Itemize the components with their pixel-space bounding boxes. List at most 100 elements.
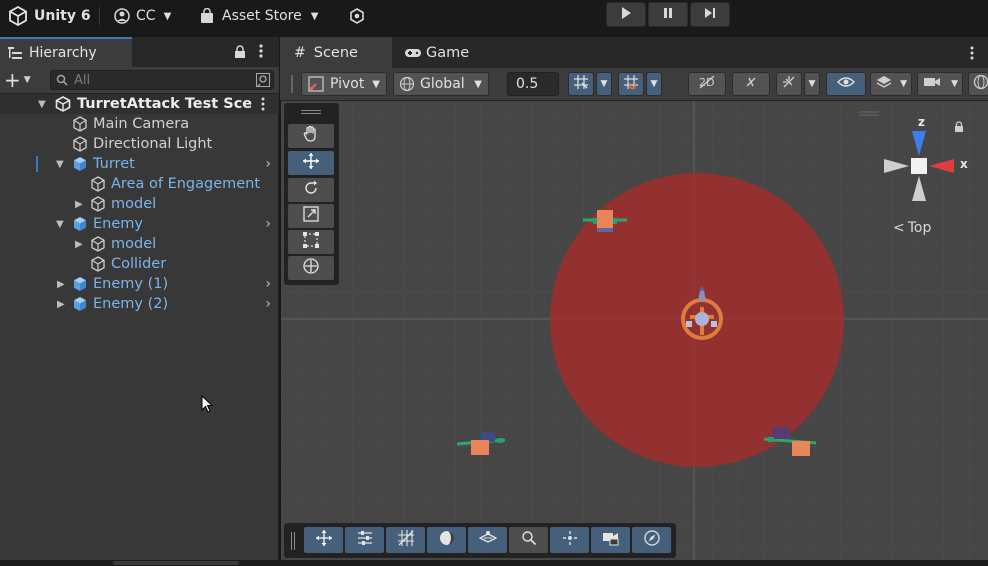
scale-tool-button[interactable] (288, 204, 334, 228)
prefab-cube-icon (72, 216, 88, 232)
pivot-dropdown[interactable]: Pivot ▼ (301, 72, 387, 96)
camera-icon (923, 75, 941, 93)
transform-tools-overlay (284, 103, 339, 285)
list-item[interactable]: Main Camera (0, 114, 279, 134)
gizmos-button[interactable] (968, 72, 988, 96)
layers-dropdown[interactable]: ▼ (870, 72, 912, 96)
scene-toolbar: Pivot ▼ Global ▼ 0.5 ▼ ▼ 2D ▼ ▼ (280, 68, 988, 101)
fold-open-icon[interactable]: ▼ (56, 159, 64, 170)
tab-label: Game (426, 44, 470, 61)
overlay-compass-button[interactable] (632, 527, 671, 553)
fold-closed-icon[interactable]: ▶ (75, 239, 83, 250)
2d-toggle-button[interactable]: 2D (688, 72, 726, 96)
scene-visibility-button[interactable] (826, 72, 866, 96)
chevron-right-icon[interactable]: › (265, 296, 271, 312)
search-icon (520, 529, 538, 551)
chevron-right-icon[interactable]: › (265, 216, 271, 232)
list-item[interactable]: Collider (0, 254, 279, 274)
fold-closed-icon[interactable]: ▶ (57, 299, 65, 310)
tab-hierarchy[interactable]: Hierarchy (0, 37, 132, 67)
kebab-menu-icon[interactable] (968, 45, 976, 61)
hand-tool-button[interactable] (288, 124, 334, 148)
grid-snapping-button[interactable] (568, 72, 594, 96)
move-tool-button[interactable] (288, 151, 334, 175)
transform-tool-button[interactable] (288, 256, 334, 280)
list-item[interactable]: ▶ model (0, 234, 279, 254)
kebab-menu-icon[interactable] (257, 43, 265, 59)
list-item[interactable]: Directional Light (0, 134, 279, 154)
gameobject-cube-icon (90, 256, 106, 272)
pause-button[interactable] (648, 2, 688, 27)
camera-dropdown[interactable]: ▼ (917, 72, 963, 96)
scene-row[interactable]: ▼ TurretAttack Test Scene (0, 94, 279, 114)
list-item[interactable]: ▶ model (0, 194, 279, 214)
kebab-menu-icon[interactable] (259, 96, 267, 112)
overlay-grid-button[interactable] (386, 527, 425, 553)
fold-closed-icon[interactable]: ▶ (75, 199, 83, 210)
shopping-bag-icon (200, 7, 214, 24)
asset-store-button[interactable]: Asset Store ▼ (200, 0, 318, 32)
chevron-right-icon[interactable]: › (265, 156, 271, 172)
effects-toggle-button[interactable] (776, 72, 802, 96)
fold-open-icon[interactable]: ▼ (38, 99, 46, 110)
increment-snapping-button[interactable] (618, 72, 644, 96)
hierarchy-panel: Hierarchy + ▼ All ▼ TurretAttack Test Sc… (0, 37, 279, 566)
unity-menu[interactable]: Unity 6 (8, 0, 91, 32)
selection-marker (36, 156, 38, 172)
search-filter-icon[interactable] (256, 73, 270, 87)
list-item[interactable]: Area of Engagement (0, 174, 279, 194)
overlay-grip[interactable] (291, 532, 295, 550)
overlay-move-button[interactable] (304, 527, 343, 553)
overlay-camera-button[interactable] (591, 527, 630, 553)
list-item[interactable]: ▼ Turret › (0, 154, 279, 174)
move-arrows-icon (315, 529, 333, 551)
step-button[interactable] (690, 2, 730, 27)
pivot-label: Pivot (330, 76, 365, 92)
snap-increment-field[interactable]: 0.5 (507, 72, 559, 96)
rect-tool-button[interactable] (288, 230, 334, 254)
pause-icon (661, 5, 675, 24)
scroll-handle[interactable] (113, 561, 239, 565)
item-label: model (111, 236, 157, 252)
fold-open-icon[interactable]: ▼ (56, 219, 64, 230)
play-button[interactable] (606, 2, 646, 27)
overlay-tool-settings-button[interactable] (345, 527, 384, 553)
shaded-sphere-icon (438, 529, 456, 551)
create-button[interactable]: + ▼ (4, 70, 38, 90)
effects-dropdown[interactable]: ▼ (804, 72, 820, 96)
overlay-pivot-button[interactable] (550, 527, 589, 553)
tab-game[interactable]: Game (404, 37, 469, 68)
overlay-grip[interactable] (301, 110, 321, 114)
chevron-down-icon: ▼ (23, 75, 31, 85)
list-item[interactable]: ▶ Enemy (2) › (0, 294, 279, 314)
hierarchy-search-field[interactable]: All (50, 70, 274, 90)
chevron-down-icon: ▼ (474, 78, 482, 90)
chevron-right-icon[interactable]: › (265, 276, 271, 292)
chevron-down-icon: ▼ (163, 10, 172, 22)
global-dropdown[interactable]: Global ▼ (393, 72, 489, 96)
prefab-cube-icon (72, 296, 88, 312)
tab-scene[interactable]: # Scene (280, 37, 392, 68)
fold-closed-icon[interactable]: ▶ (57, 279, 65, 290)
status-strip (0, 560, 988, 566)
chevron-down-icon: ▼ (951, 79, 958, 89)
magnet-grid-icon (623, 74, 639, 94)
overlay-shading-button[interactable] (427, 527, 466, 553)
list-item[interactable]: ▶ Enemy (1) › (0, 274, 279, 294)
move-arrows-icon (302, 152, 320, 174)
account-button[interactable]: CC ▼ (114, 0, 171, 32)
increment-snapping-dropdown[interactable]: ▼ (646, 72, 662, 96)
rotate-tool-button[interactable] (288, 178, 334, 202)
grid-snapping-dropdown[interactable]: ▼ (596, 72, 612, 96)
scene-viewport[interactable]: z x < Top (281, 101, 988, 560)
cloud-services-button[interactable] (349, 0, 365, 32)
item-label: Enemy (2) (93, 296, 169, 312)
overlay-search-button[interactable] (509, 527, 548, 553)
overlay-navmesh-button[interactable] (468, 527, 507, 553)
view-mode-label[interactable]: < Top (893, 220, 931, 236)
lock-icon[interactable] (234, 44, 246, 58)
chevron-down-icon: ▼ (808, 79, 816, 89)
list-item[interactable]: ▼ Enemy › (0, 214, 279, 234)
hexagon-gear-icon (349, 8, 365, 24)
lighting-toggle-button[interactable] (732, 72, 770, 96)
